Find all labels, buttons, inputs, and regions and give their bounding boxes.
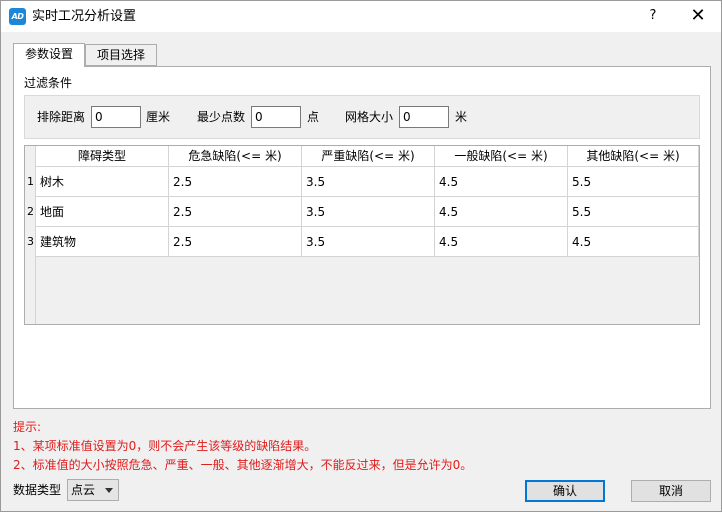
- table-header[interactable]: 障碍类型: [36, 146, 169, 167]
- settings-dialog: AD 实时工况分析设置 ? ✕ 参数设置 项目选择 过滤条件 排除距离 0 厘米…: [0, 0, 722, 512]
- hint-line-2: 2、标准值的大小按照危急、严重、一般、其他逐渐增大，不能反过来，但是允许为0。: [13, 458, 473, 472]
- table-cell[interactable]: 树木: [36, 167, 169, 197]
- tab-project-selection[interactable]: 项目选择: [85, 44, 157, 66]
- hint-title: 提示:: [13, 420, 42, 434]
- grid-size-label: 网格大小: [345, 110, 394, 124]
- data-type-select[interactable]: 点云: [67, 479, 119, 501]
- grid-size-input[interactable]: 0: [399, 106, 449, 128]
- filter-section-title: 过滤条件: [24, 76, 73, 90]
- table-cell[interactable]: 3.5: [302, 227, 435, 257]
- min-points-label: 最少点数: [197, 110, 246, 124]
- chevron-down-icon: [105, 488, 113, 493]
- exclude-distance-unit: 厘米: [146, 110, 171, 124]
- window-title: 实时工况分析设置: [32, 9, 137, 24]
- tab-parameter-settings[interactable]: 参数设置: [13, 43, 85, 67]
- table-cell[interactable]: 2.5: [169, 167, 302, 197]
- table-header[interactable]: 严重缺陷(<= 米): [302, 146, 435, 167]
- table-header[interactable]: 一般缺陷(<= 米): [435, 146, 568, 167]
- min-points-unit: 点: [307, 110, 320, 124]
- table-cell[interactable]: 2.5: [169, 227, 302, 257]
- table-header[interactable]: 其他缺陷(<= 米): [568, 146, 699, 167]
- exclude-distance-input[interactable]: 0: [91, 106, 141, 128]
- table-cell[interactable]: 地面: [36, 197, 169, 227]
- help-button[interactable]: ?: [643, 6, 663, 26]
- filter-group: 排除距离 0 厘米 最少点数 0 点 网格大小 0 米: [24, 95, 700, 139]
- table-cell[interactable]: 5.5: [568, 197, 699, 227]
- table-cell[interactable]: 3.5: [302, 197, 435, 227]
- data-type-label: 数据类型: [13, 483, 62, 497]
- table-cell[interactable]: 4.5: [568, 227, 699, 257]
- data-type-value: 点云: [71, 483, 96, 497]
- row-number: 2: [27, 205, 34, 218]
- table-header[interactable]: 危急缺陷(<= 米): [169, 146, 302, 167]
- parameter-settings-panel: 过滤条件 排除距离 0 厘米 最少点数 0 点 网格大小 0 米 障碍类型 危急…: [13, 66, 711, 409]
- table-cell[interactable]: 2.5: [169, 197, 302, 227]
- hint-line-1: 1、某项标准值设置为0，则不会产生该等级的缺陷结果。: [13, 439, 317, 453]
- confirm-button[interactable]: 确认: [525, 480, 605, 502]
- table-cell[interactable]: 5.5: [568, 167, 699, 197]
- row-number: 3: [27, 235, 34, 248]
- app-logo-icon: AD: [9, 8, 26, 25]
- cancel-button[interactable]: 取消: [631, 480, 711, 502]
- title-bar: AD 实时工况分析设置 ? ✕: [1, 1, 721, 32]
- exclude-distance-label: 排除距离: [37, 110, 86, 124]
- row-number: 1: [27, 175, 34, 188]
- close-button[interactable]: ✕: [686, 6, 710, 26]
- grid-size-unit: 米: [455, 110, 468, 124]
- min-points-input[interactable]: 0: [251, 106, 301, 128]
- defect-threshold-table: 障碍类型 危急缺陷(<= 米) 严重缺陷(<= 米) 一般缺陷(<= 米) 其他…: [24, 145, 700, 325]
- table-cell[interactable]: 4.5: [435, 167, 568, 197]
- table-cell[interactable]: 3.5: [302, 167, 435, 197]
- table-cell[interactable]: 建筑物: [36, 227, 169, 257]
- table-cell[interactable]: 4.5: [435, 227, 568, 257]
- table-cell[interactable]: 4.5: [435, 197, 568, 227]
